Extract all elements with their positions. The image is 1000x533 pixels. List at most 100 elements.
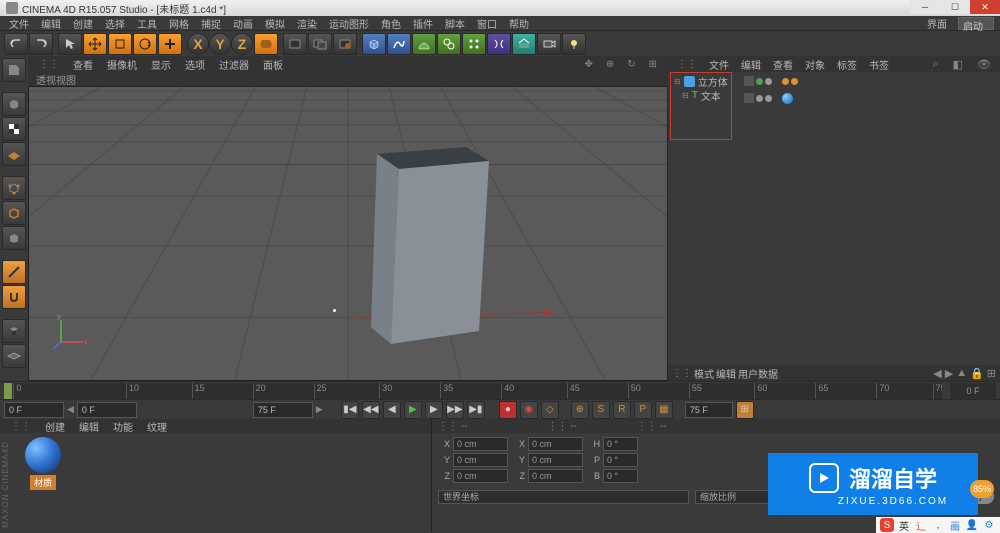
- obj-menu-tags[interactable]: 标签: [832, 57, 862, 72]
- attr-menu-userdata[interactable]: 用户数据: [738, 366, 778, 381]
- timeline-end-field[interactable]: 0 F: [950, 383, 996, 399]
- texture-mode-button[interactable]: [2, 117, 26, 141]
- menu-mesh[interactable]: 网格: [164, 16, 194, 31]
- param-key-button[interactable]: P: [634, 401, 652, 419]
- layer-swatch[interactable]: [744, 76, 754, 86]
- cube-primitive-button[interactable]: [362, 33, 386, 55]
- point-mode-button[interactable]: [2, 176, 26, 200]
- tag-icon[interactable]: [782, 78, 789, 85]
- view-zoom-icon[interactable]: ⊕: [601, 59, 619, 70]
- deformer-button[interactable]: [487, 33, 511, 55]
- nav-next-icon[interactable]: ▶: [945, 367, 953, 380]
- pos-x-field[interactable]: 0 cm: [453, 437, 508, 451]
- size-z-field[interactable]: 0 cm: [528, 469, 583, 483]
- light-button[interactable]: [562, 33, 586, 55]
- scale-key-button[interactable]: S: [592, 401, 610, 419]
- end-frame-field[interactable]: 75 F: [253, 402, 313, 418]
- nurbs-button[interactable]: [412, 33, 436, 55]
- keyframe-button[interactable]: ◇: [541, 401, 559, 419]
- menu-mograph[interactable]: 运动图形: [324, 16, 374, 31]
- view-layout-icon[interactable]: ⊞: [644, 59, 662, 70]
- record-button[interactable]: ●: [499, 401, 517, 419]
- lock-icon[interactable]: 🔒: [970, 367, 984, 380]
- edge-mode-button[interactable]: [2, 201, 26, 225]
- array-button[interactable]: [462, 33, 486, 55]
- layer-swatch[interactable]: [744, 93, 754, 103]
- next-key-button[interactable]: ▶▶: [446, 401, 464, 419]
- timeline-cursor[interactable]: [4, 383, 12, 399]
- goto-end-button[interactable]: ▶▮: [467, 401, 485, 419]
- timeline-menu-button[interactable]: ⊞: [736, 401, 754, 419]
- obj-menu-view[interactable]: 查看: [768, 57, 798, 72]
- tag-icon[interactable]: [791, 78, 798, 85]
- start-frame-field[interactable]: 0 F: [77, 402, 137, 418]
- pla-key-button[interactable]: ▦: [655, 401, 673, 419]
- nav-up-icon[interactable]: ▲: [956, 367, 967, 380]
- menu-edit[interactable]: 编辑: [36, 16, 66, 31]
- view-menu-panel[interactable]: 面板: [258, 57, 288, 72]
- mat-menu-texture[interactable]: 纹理: [142, 419, 172, 434]
- view-menu-display[interactable]: 显示: [146, 57, 176, 72]
- obj-menu-edit[interactable]: 编辑: [736, 57, 766, 72]
- obj-menu-file[interactable]: 文件: [704, 57, 734, 72]
- size-y-field[interactable]: 0 cm: [528, 453, 583, 467]
- filter-icon[interactable]: ◧: [948, 58, 968, 71]
- autokey-button[interactable]: ◉: [520, 401, 538, 419]
- generator-button[interactable]: [437, 33, 461, 55]
- material-tag-icon[interactable]: [782, 93, 793, 104]
- attr-menu-mode[interactable]: 模式: [694, 366, 714, 381]
- visibility-dot[interactable]: [756, 95, 763, 102]
- undo-button[interactable]: [4, 33, 28, 55]
- timeline-ruler[interactable]: 0 10 15 20 25 30 35 40 45 50 55 60 65 70…: [4, 383, 942, 399]
- window-close-button[interactable]: ✕: [970, 0, 1000, 14]
- menu-plugins[interactable]: 插件: [408, 16, 438, 31]
- psr-tool[interactable]: [158, 33, 182, 55]
- menu-help[interactable]: 帮助: [504, 16, 534, 31]
- menu-character[interactable]: 角色: [376, 16, 406, 31]
- next-frame-button[interactable]: ▶: [425, 401, 443, 419]
- pos-key-button[interactable]: ⊕: [571, 401, 589, 419]
- window-minimize-button[interactable]: ─: [910, 0, 940, 14]
- view-menu-view[interactable]: 查看: [68, 57, 98, 72]
- camera-button[interactable]: [537, 33, 561, 55]
- locked-workplane-button[interactable]: [2, 319, 26, 343]
- mat-menu-edit[interactable]: 编辑: [74, 419, 104, 434]
- ime-person-icon[interactable]: 👤: [965, 518, 979, 532]
- view-menu-filter[interactable]: 过滤器: [214, 57, 254, 72]
- render-settings-button[interactable]: [333, 33, 357, 55]
- y-axis-toggle[interactable]: Y: [209, 33, 231, 55]
- current-frame-field[interactable]: 0 F: [4, 402, 64, 418]
- object-row-cube[interactable]: ⊟ 立方体: [670, 74, 998, 88]
- rot-h-field[interactable]: 0 °: [603, 437, 638, 451]
- menu-select[interactable]: 选择: [100, 16, 130, 31]
- view-menu-options[interactable]: 选项: [180, 57, 210, 72]
- coord-system-button[interactable]: [254, 33, 278, 55]
- pos-z-field[interactable]: 0 cm: [453, 469, 508, 483]
- menu-icon[interactable]: ⊞: [987, 367, 996, 380]
- rotate-tool[interactable]: [133, 33, 157, 55]
- select-tool[interactable]: [58, 33, 82, 55]
- render-picture-button[interactable]: [308, 33, 332, 55]
- menu-tools[interactable]: 工具: [132, 16, 162, 31]
- model-mode-button[interactable]: [2, 92, 26, 116]
- obj-menu-object[interactable]: 对象: [800, 57, 830, 72]
- make-editable-button[interactable]: [2, 58, 26, 82]
- move-tool[interactable]: [83, 33, 107, 55]
- rot-p-field[interactable]: 0 °: [603, 453, 638, 467]
- menu-snap[interactable]: 捕捉: [196, 16, 226, 31]
- object-list[interactable]: ⊟ 立方体 ⊟ T 文本: [668, 72, 1000, 122]
- pos-y-field[interactable]: 0 cm: [453, 453, 508, 467]
- polygon-mode-button[interactable]: [2, 226, 26, 250]
- ime-settings-icon[interactable]: ⚙: [982, 518, 996, 532]
- prev-key-button[interactable]: ◀◀: [362, 401, 380, 419]
- size-x-field[interactable]: 0 cm: [528, 437, 583, 451]
- eye-icon[interactable]: 👁: [972, 58, 996, 71]
- max-frame-field[interactable]: 75 F: [685, 402, 733, 418]
- render-view-button[interactable]: [283, 33, 307, 55]
- view-rotate-icon[interactable]: ↻: [622, 59, 640, 70]
- menu-script[interactable]: 脚本: [440, 16, 470, 31]
- menu-simulate[interactable]: 模拟: [260, 16, 290, 31]
- spline-button[interactable]: [387, 33, 411, 55]
- layout-select[interactable]: 启动: [958, 17, 994, 30]
- z-axis-toggle[interactable]: Z: [231, 33, 253, 55]
